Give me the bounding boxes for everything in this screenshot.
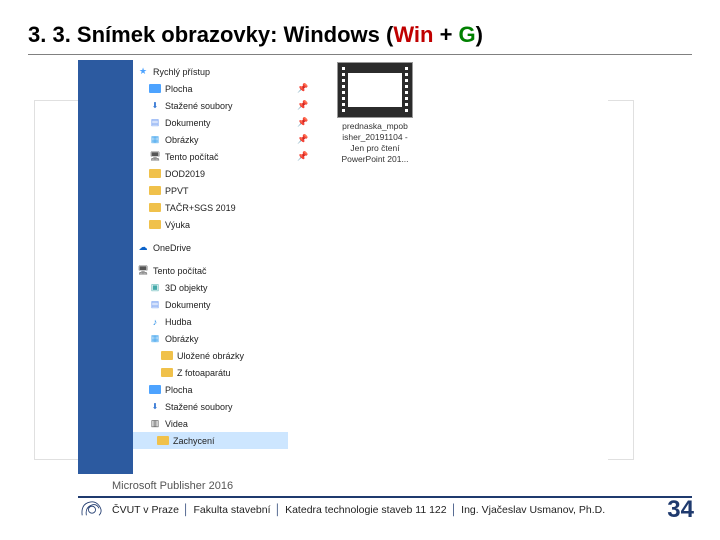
- nav-camera[interactable]: Z fotoaparátu: [137, 364, 284, 381]
- nav-desktop2[interactable]: Plocha: [137, 381, 284, 398]
- pin-column: 📌 📌 📌 📌 📌: [288, 60, 318, 165]
- nav-ppvt[interactable]: PPVT: [137, 182, 284, 199]
- pin-icon: 📌: [288, 148, 318, 165]
- nav-tacr[interactable]: TAČR+SGS 2019: [137, 199, 284, 216]
- folder-icon: [149, 220, 161, 229]
- nav-downloads2[interactable]: ⬇Stažené soubory: [137, 398, 284, 415]
- pin-icon: 📌: [288, 114, 318, 131]
- nav-3d[interactable]: ▣3D objekty: [137, 279, 284, 296]
- folder-icon: [161, 368, 173, 377]
- nav-documents[interactable]: ▤Dokumenty: [137, 114, 284, 131]
- nav-pictures[interactable]: ▦Obrázky: [137, 131, 284, 148]
- folder-icon: [161, 351, 173, 360]
- nav-music[interactable]: ♪Hudba: [137, 313, 284, 330]
- nav-desktop[interactable]: Plocha: [137, 80, 284, 97]
- pic-icon: ▦: [149, 334, 161, 344]
- nav-captures[interactable]: Zachycení: [133, 432, 288, 449]
- footer-text: ČVUT v Praze│ Fakulta stavební│ Katedra …: [112, 504, 605, 516]
- pc-icon: 🖥: [149, 152, 161, 162]
- footer-rule: [78, 496, 692, 498]
- folder-icon: [149, 186, 161, 195]
- pic-icon: ▦: [149, 135, 161, 145]
- doc-icon: ▤: [149, 118, 161, 128]
- doc-icon: ▤: [149, 300, 161, 310]
- nav-videos[interactable]: ▥Videa: [137, 415, 284, 432]
- file-item[interactable]: prednaska_mpob isher_20191104 - Jen pro …: [330, 62, 420, 165]
- folder-icon: [149, 385, 161, 394]
- video-thumbnail-icon: [337, 62, 413, 118]
- pin-icon: [288, 62, 318, 80]
- title-underline: [28, 54, 692, 55]
- nav-thispc[interactable]: 🖥Tento počítač: [137, 148, 284, 165]
- cloud-icon: ☁: [137, 243, 149, 253]
- file-caption: prednaska_mpob isher_20191104 - Jen pro …: [330, 121, 420, 165]
- slide-title: 3. 3. Snímek obrazovky: Windows (Win + G…: [28, 22, 483, 48]
- music-icon: ♪: [149, 317, 161, 327]
- star-icon: ★: [137, 67, 149, 77]
- software-label: Microsoft Publisher 2016: [112, 480, 233, 492]
- nav-vyuka[interactable]: Výuka: [137, 216, 284, 233]
- download-icon: ⬇: [149, 101, 161, 111]
- nav-pictures2[interactable]: ▦Obrázky: [137, 330, 284, 347]
- explorer-screenshot: ★Rychlý přístup Plocha ⬇Stažené soubory …: [78, 60, 608, 474]
- nav-tree: ★Rychlý přístup Plocha ⬇Stažené soubory …: [133, 60, 288, 474]
- pin-icon: 📌: [288, 80, 318, 97]
- nav-downloads[interactable]: ⬇Stažené soubory: [137, 97, 284, 114]
- cube-icon: ▣: [149, 283, 161, 293]
- window-accent-bar: [78, 60, 133, 474]
- nav-thispc2[interactable]: 🖥Tento počítač: [137, 262, 284, 279]
- nav-quick-access[interactable]: ★Rychlý přístup: [137, 63, 284, 80]
- folder-icon: [149, 169, 161, 178]
- download-icon: ⬇: [149, 402, 161, 412]
- cvut-logo-icon: [78, 498, 106, 520]
- folder-icon: [157, 436, 169, 445]
- nav-onedrive[interactable]: ☁OneDrive: [137, 239, 284, 256]
- nav-dod2019[interactable]: DOD2019: [137, 165, 284, 182]
- page-number: 34: [667, 496, 694, 524]
- pin-icon: 📌: [288, 97, 318, 114]
- video-icon: ▥: [149, 419, 161, 429]
- pc-icon: 🖥: [137, 266, 149, 276]
- pin-icon: 📌: [288, 131, 318, 148]
- nav-documents2[interactable]: ▤Dokumenty: [137, 296, 284, 313]
- nav-saved[interactable]: Uložené obrázky: [137, 347, 284, 364]
- folder-icon: [149, 84, 161, 93]
- folder-icon: [149, 203, 161, 212]
